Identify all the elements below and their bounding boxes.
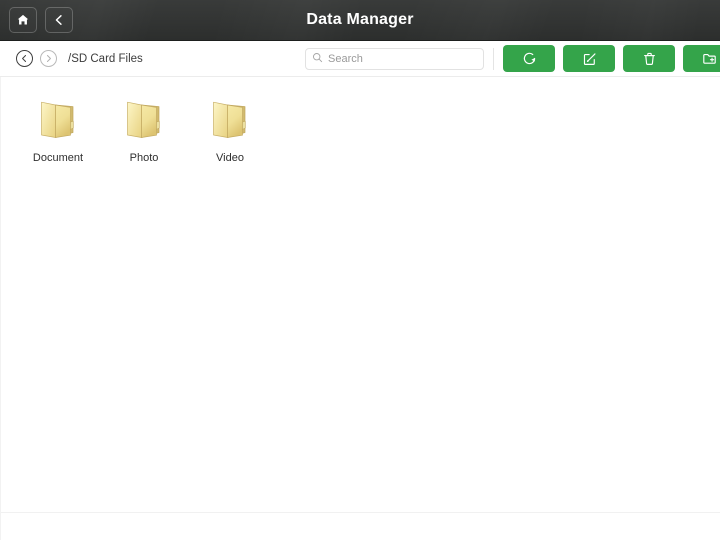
folder-icon <box>117 93 171 145</box>
file-item-document[interactable]: Document <box>15 89 101 164</box>
rename-button[interactable] <box>563 45 615 72</box>
toolbar-separator <box>493 48 494 70</box>
search-box[interactable] <box>305 48 484 70</box>
home-icon <box>16 13 30 27</box>
folder-icon <box>203 93 257 145</box>
file-label: Document <box>32 152 84 164</box>
back-button[interactable] <box>45 7 73 33</box>
search-icon <box>312 50 323 68</box>
delete-button[interactable] <box>623 45 675 72</box>
page-title: Data Manager <box>306 11 414 28</box>
file-grid: Document Photo Video <box>1 77 720 164</box>
refresh-button[interactable] <box>503 45 555 72</box>
search-input[interactable] <box>328 53 477 65</box>
refresh-icon <box>521 50 538 67</box>
chevron-left-circle-icon <box>20 54 29 63</box>
breadcrumb-path[interactable]: /SD Card Files <box>68 53 143 65</box>
chevron-right-circle-icon <box>44 54 53 63</box>
folder-plus-icon <box>701 50 718 67</box>
file-label: Video <box>216 152 244 164</box>
title-bar-nav-group <box>0 7 73 33</box>
file-label: Photo <box>129 152 159 164</box>
file-item-photo[interactable]: Photo <box>101 89 187 164</box>
breadcrumb: /SD Card Files <box>0 50 143 67</box>
chevron-left-icon <box>52 13 66 27</box>
toolbar-actions <box>503 45 720 72</box>
data-manager-app: Data Manager /SD Card Files Search Docum… <box>0 0 720 540</box>
folder-icon <box>31 93 85 145</box>
file-browser-content: Document Photo Video <box>0 77 720 540</box>
toolbar: /SD Card Files <box>0 41 720 77</box>
title-bar: Data Manager <box>0 0 720 41</box>
nav-back-button[interactable] <box>16 50 33 67</box>
bottom-divider <box>1 512 720 513</box>
home-button[interactable] <box>9 7 37 33</box>
edit-icon <box>581 50 598 67</box>
file-item-video[interactable]: Video <box>187 89 273 164</box>
trash-icon <box>641 50 658 67</box>
new-folder-button[interactable] <box>683 45 720 72</box>
nav-forward-button[interactable] <box>40 50 57 67</box>
